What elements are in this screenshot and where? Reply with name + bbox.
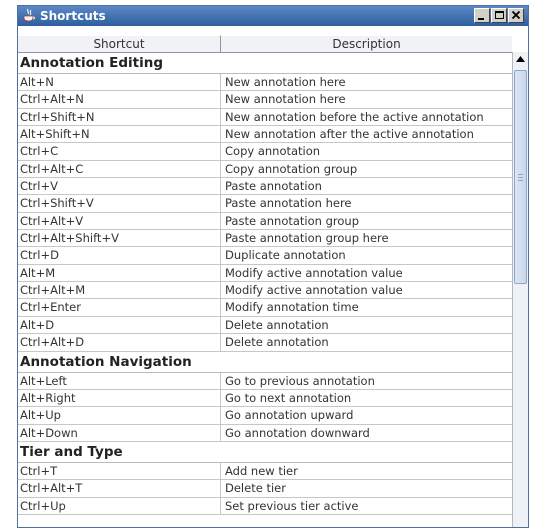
description-cell: Paste annotation group here [225, 231, 389, 246]
table-row[interactable]: Alt+Down Go annotation downward [18, 424, 512, 442]
vertical-scrollbar[interactable] [512, 52, 528, 527]
table-row[interactable]: Ctrl+Enter Modify annotation time [18, 299, 512, 317]
maximize-icon [495, 11, 504, 19]
table-row[interactable]: Ctrl+Alt+N New annotation here [18, 91, 512, 109]
shortcut-cell: Ctrl+Alt+N [18, 91, 221, 108]
shortcut-cell: Alt+Up [18, 407, 221, 424]
title-bar[interactable]: Shortcuts [18, 6, 528, 26]
group-header-row: Annotation Editing [18, 53, 512, 74]
window-content: Shortcut Description Annotation Editing A… [18, 26, 528, 527]
description-cell: Add new tier [225, 463, 298, 478]
shortcut-cell: Ctrl+T [18, 462, 221, 480]
description-cell: Paste annotation here [225, 196, 352, 211]
scroll-up-button[interactable] [513, 52, 528, 68]
thumb-grip-line [518, 177, 523, 178]
table-row[interactable]: Ctrl+Shift+N New annotation before the ac… [18, 108, 512, 127]
shortcut-cell: Alt+Down [18, 424, 221, 441]
shortcut-cell: Ctrl+Alt+D [18, 334, 221, 351]
description-cell: Copy annotation [225, 144, 321, 159]
arrow-up-icon [516, 56, 525, 62]
shortcut-cell: Ctrl+Up [18, 497, 221, 514]
shortcut-cell: Alt+N [18, 74, 221, 91]
description-cell: Delete annotation [225, 317, 329, 332]
shortcut-cell: Alt+D [18, 316, 221, 334]
shortcut-cell: Ctrl+Alt+Shift+V [18, 230, 221, 247]
shortcut-cell: Ctrl+Enter [18, 299, 221, 316]
table-row[interactable]: Ctrl+Up Set previous tier active [18, 497, 512, 515]
table-row[interactable]: Ctrl+Alt+V Paste annotation group [18, 212, 512, 231]
description-cell: Set previous tier active [225, 498, 359, 513]
close-button[interactable] [508, 8, 524, 23]
description-cell: Modify annotation time [225, 300, 359, 315]
column-header-shortcut[interactable]: Shortcut [18, 35, 221, 52]
group-header-row: Tier and Type [18, 441, 512, 463]
description-cell: Go annotation downward [225, 425, 370, 440]
thumb-grip-line [518, 174, 523, 175]
table-header: Shortcut Description [18, 35, 512, 53]
description-cell: New annotation before the active annotat… [225, 109, 484, 124]
description-cell: Go to previous annotation [225, 373, 375, 388]
shortcut-cell: Ctrl+Alt+V [18, 212, 221, 230]
table-row[interactable]: Alt+Left Go to previous annotation [18, 372, 512, 390]
shortcuts-table: Shortcut Description Annotation Editing A… [18, 26, 512, 527]
shortcut-cell: Alt+Right [18, 389, 221, 407]
description-cell: New annotation here [225, 75, 346, 89]
shortcut-cell: Ctrl+Shift+N [18, 108, 221, 126]
shortcut-cell: Ctrl+Alt+T [18, 480, 221, 497]
description-cell: Go annotation upward [225, 408, 354, 423]
table-body: Annotation Editing Alt+N New annotation he… [18, 53, 512, 515]
table-row[interactable]: Ctrl+Alt+D Delete annotation [18, 334, 512, 352]
shortcuts-window: Shortcuts Shortcut Description Annotatio… [17, 5, 529, 528]
description-cell: Copy annotation group [225, 161, 358, 176]
column-header-description[interactable]: Description [221, 35, 512, 52]
table-row[interactable]: Ctrl+Alt+M Modify active annotation value [18, 282, 512, 300]
table-row[interactable]: Alt+M Modify active annotation value [18, 264, 512, 283]
table-row[interactable]: Ctrl+Shift+V Paste annotation here [18, 195, 512, 213]
shortcut-cell: Alt+Left [18, 372, 221, 389]
shortcut-cell: Ctrl+V [18, 178, 221, 195]
description-cell: Paste annotation group [225, 213, 359, 228]
description-cell: New annotation after the active annotati… [225, 127, 474, 142]
table-row[interactable]: Ctrl+Alt+T Delete tier [18, 480, 512, 498]
description-cell: Delete tier [225, 481, 286, 496]
table-row[interactable]: Ctrl+C Copy annotation [18, 143, 512, 161]
minimize-icon [478, 18, 484, 20]
description-cell: Paste annotation [225, 179, 322, 194]
scroll-thumb[interactable] [514, 70, 527, 284]
shortcut-cell: Ctrl+Alt+M [18, 282, 221, 299]
table-row[interactable]: Ctrl+Alt+C Copy annotation group [18, 160, 512, 179]
maximize-button[interactable] [491, 8, 507, 23]
shortcut-cell: Alt+Shift+N [18, 126, 221, 143]
shortcut-cell: Ctrl+Shift+V [18, 195, 221, 212]
close-icon [511, 10, 521, 20]
shortcut-cell: Ctrl+Alt+C [18, 160, 221, 178]
description-cell: Modify active annotation value [225, 283, 403, 298]
table-row[interactable]: Alt+Right Go to next annotation [18, 389, 512, 408]
minimize-button[interactable] [474, 8, 490, 23]
table-row[interactable]: Ctrl+Alt+Shift+V Paste annotation group h… [18, 230, 512, 248]
shortcut-cell: Ctrl+C [18, 143, 221, 160]
table-row[interactable]: Alt+N New annotation here [18, 74, 512, 92]
description-cell: New annotation here [225, 92, 346, 107]
java-cup-icon [23, 8, 35, 22]
table-row[interactable]: Alt+Up Go annotation upward [18, 407, 512, 425]
table-row[interactable]: Ctrl+T Add new tier [18, 462, 512, 481]
shortcut-cell: Alt+M [18, 264, 221, 282]
table-row[interactable]: Ctrl+V Paste annotation [18, 178, 512, 196]
description-cell: Go to next annotation [225, 390, 352, 405]
thumb-grip-line [518, 180, 523, 181]
description-cell: Duplicate annotation [225, 248, 346, 263]
table-row[interactable]: Alt+Shift+N New annotation after the acti… [18, 126, 512, 144]
shortcut-cell: Ctrl+D [18, 247, 221, 264]
window-title: Shortcuts [40, 9, 106, 23]
description-cell: Modify active annotation value [225, 265, 403, 280]
table-row[interactable]: Ctrl+D Duplicate annotation [18, 247, 512, 265]
table-row[interactable]: Alt+D Delete annotation [18, 316, 512, 335]
group-header-row: Annotation Navigation [18, 351, 512, 373]
description-cell: Delete annotation [225, 335, 329, 350]
